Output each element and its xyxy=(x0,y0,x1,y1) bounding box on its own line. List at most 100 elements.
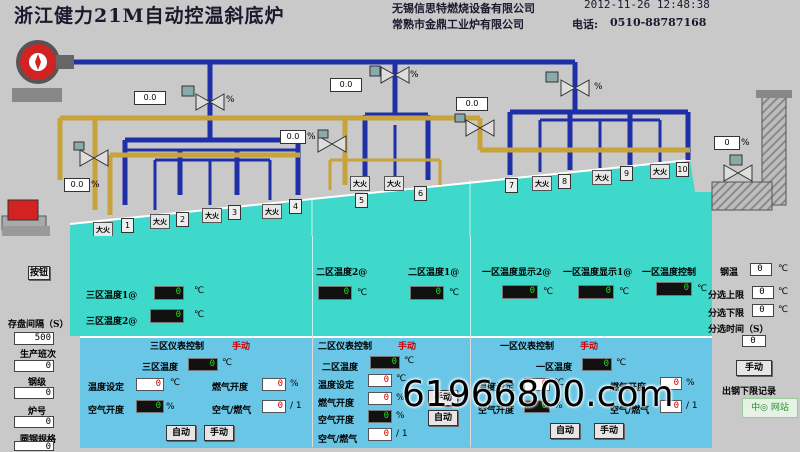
unit-celsius: ℃ xyxy=(404,356,415,366)
unit-celsius: ℃ xyxy=(616,358,627,368)
ctrl3-gas-field[interactable]: 0 xyxy=(262,378,286,391)
ctrl3-manual-button[interactable]: 手动 xyxy=(204,425,234,441)
pct-unit: % xyxy=(741,138,750,148)
steel-temp-label: 钢温 xyxy=(720,268,739,278)
pct-unit: % xyxy=(410,70,419,80)
ctrl2-set-field[interactable]: 0 xyxy=(368,374,392,387)
unit-celsius: ℃ xyxy=(778,287,789,297)
valve-pct-flue[interactable]: 0 xyxy=(714,136,740,150)
unit-celsius: ℃ xyxy=(778,264,789,274)
upper-limit-label: 分选上限 xyxy=(708,291,745,301)
storage-interval-label: 存盘间隔（S） xyxy=(8,320,69,330)
spec-field[interactable]: 0 xyxy=(14,441,54,452)
ctrl2-ratio-field[interactable]: 0 xyxy=(368,428,392,441)
zone2-temp2-value: 0 xyxy=(318,286,352,300)
action-button[interactable]: 按钮 xyxy=(28,266,50,280)
air-valve-icon-1 xyxy=(181,85,225,111)
ctrl3-auto-button[interactable]: 自动 xyxy=(166,425,196,441)
ctrl3-air-label: 空气开度 xyxy=(88,406,125,416)
lower-limit-field[interactable]: 0 xyxy=(752,304,774,317)
ctrl3-set-label: 温度设定 xyxy=(88,383,125,393)
chimney-icon xyxy=(711,90,792,211)
zone1-disp1-label: 一区温度显示1@ xyxy=(563,268,633,278)
valve-pct-gas-3[interactable]: 0.0 xyxy=(456,97,488,111)
ratio-suffix: / 1 xyxy=(290,401,302,411)
ctrl3-set-field[interactable]: 0 xyxy=(136,378,164,391)
big-fire-badge: 大火 xyxy=(150,214,170,229)
burner-5[interactable]: 5 xyxy=(355,193,368,208)
unit-celsius: ℃ xyxy=(543,287,554,297)
ctrl2-gas-label: 燃气开度 xyxy=(318,399,355,409)
pct-unit: % xyxy=(307,132,316,142)
ctrl3-ratio-field[interactable]: 0 xyxy=(262,400,286,413)
overlay-watermark-text: 61966800.com xyxy=(402,374,674,415)
ctrl2-air-label: 空气开度 xyxy=(318,416,355,426)
ctrl2-mode: 手动 xyxy=(398,342,417,352)
upper-limit-field[interactable]: 0 xyxy=(752,286,774,299)
heat-no-field[interactable]: 0 xyxy=(14,416,54,428)
shift-field[interactable]: 0 xyxy=(14,360,54,372)
manual-button[interactable]: 手动 xyxy=(736,360,772,376)
ctrl3-temp-value: 0 xyxy=(188,358,218,371)
burner-4[interactable]: 4 xyxy=(289,199,302,214)
ctrl1-header: 一区仪表控制 xyxy=(500,342,555,352)
sort-time-field[interactable]: 0 xyxy=(742,335,766,347)
burner-9[interactable]: 9 xyxy=(620,166,633,181)
unit-percent: % xyxy=(290,379,299,389)
burner-7[interactable]: 7 xyxy=(505,178,518,193)
burner-6[interactable]: 6 xyxy=(414,186,427,201)
ctrl1-manual-button[interactable]: 手动 xyxy=(594,423,624,439)
burner-1[interactable]: 1 xyxy=(121,218,134,233)
gas-valve-icon-2 xyxy=(317,129,347,153)
ctrl2-gas-field[interactable]: 0 xyxy=(368,392,392,405)
exit-lower-record-label: 出钢下限记录 xyxy=(722,387,777,397)
zone2-temp1-label: 二区温度1@ xyxy=(408,268,460,278)
valve-pct-air-1[interactable]: 0.0 xyxy=(134,91,166,105)
burner-3[interactable]: 3 xyxy=(228,205,241,220)
gas-inlet-valve-icon xyxy=(1,199,50,236)
gas-valve-icon-1 xyxy=(73,141,109,167)
watermark-badge: 中◎ 网站 xyxy=(742,398,798,418)
zone3-temp2-value: 0 xyxy=(150,309,184,323)
unit-celsius: ℃ xyxy=(194,310,205,320)
zone3-temp1-label: 三区温度1@ xyxy=(86,291,138,301)
unit-celsius: ℃ xyxy=(222,358,233,368)
zone3-temp1-value: 0 xyxy=(154,286,184,300)
air-valve-icon-2 xyxy=(369,65,410,84)
burner-10[interactable]: 10 xyxy=(676,162,689,177)
grade-field[interactable]: 0 xyxy=(14,387,54,399)
storage-interval-field[interactable]: 500 xyxy=(14,332,54,345)
phone-number: 0510-88787168 xyxy=(610,16,707,29)
big-fire-badge: 大火 xyxy=(350,176,370,191)
big-fire-badge: 大火 xyxy=(384,176,404,191)
sort-time-label: 分选时间（S） xyxy=(708,325,769,335)
ctrl2-set-label: 温度设定 xyxy=(318,381,355,391)
unit-celsius: ℃ xyxy=(697,284,708,294)
steel-temp-field[interactable]: 0 xyxy=(750,263,772,276)
big-fire-badge: 大火 xyxy=(592,170,612,185)
ratio-suffix: / 1 xyxy=(686,401,698,411)
air-valve-icon-3 xyxy=(545,71,590,97)
valve-pct-gas-2[interactable]: 0.0 xyxy=(280,130,306,144)
pct-unit: % xyxy=(594,82,603,92)
unit-celsius: ℃ xyxy=(357,288,368,298)
burner-2[interactable]: 2 xyxy=(176,212,189,227)
flue-valve-icon xyxy=(723,154,753,182)
big-fire-badge: 大火 xyxy=(202,208,222,223)
ctrl3-mode: 手动 xyxy=(232,342,251,352)
ctrl1-temp-label: 一区温度 xyxy=(536,363,573,373)
burner-8[interactable]: 8 xyxy=(558,174,571,189)
ctrl2-air-value: 0 xyxy=(368,410,392,423)
ctrl2-header: 二区仪表控制 xyxy=(318,342,373,352)
ctrl1-auto-button[interactable]: 自动 xyxy=(550,423,580,439)
valve-pct-gas-1[interactable]: 0.0 xyxy=(64,178,90,192)
ratio-suffix: / 1 xyxy=(396,429,408,439)
ctrl2-temp-value: 0 xyxy=(370,356,400,369)
valve-pct-air-2[interactable]: 0.0 xyxy=(330,78,362,92)
zone2-temp1-value: 0 xyxy=(410,286,444,300)
zone1-disp2-value: 0 xyxy=(502,285,538,299)
unit-celsius: ℃ xyxy=(778,305,789,315)
zone-divider xyxy=(470,236,471,336)
zone2-temp2-label: 二区温度2@ xyxy=(316,268,368,278)
big-fire-badge: 大火 xyxy=(93,222,113,237)
